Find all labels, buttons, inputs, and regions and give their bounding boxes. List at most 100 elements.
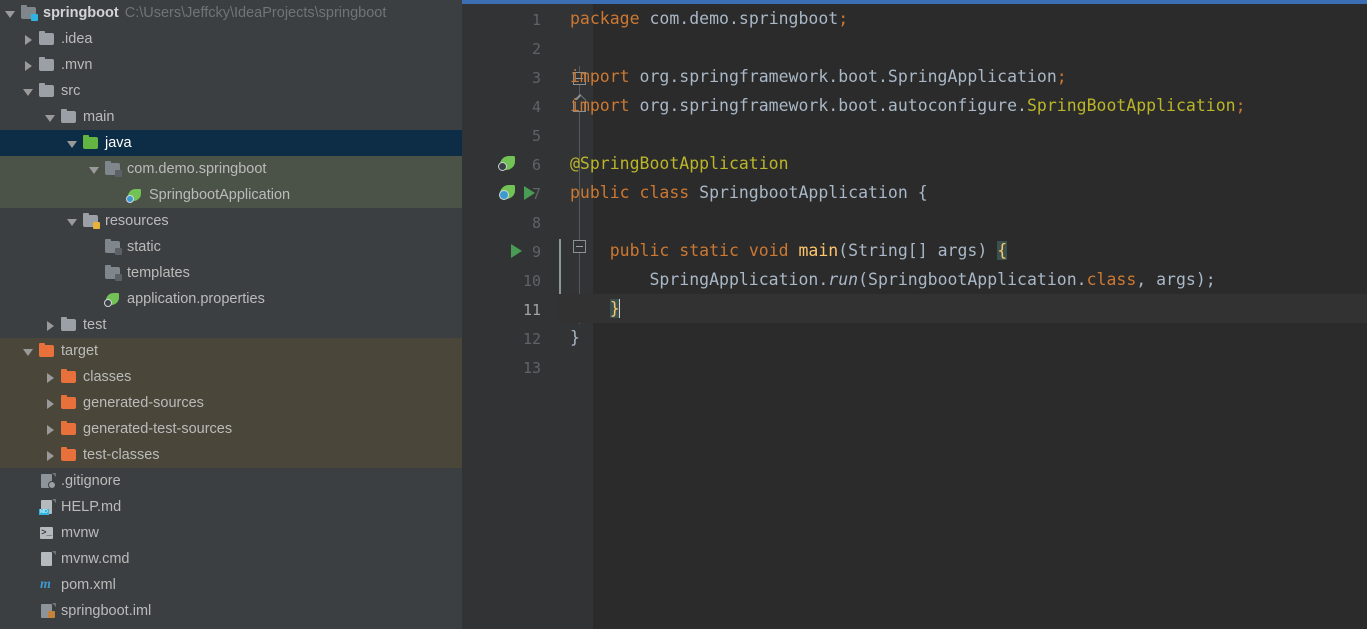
excluded-folder-icon — [60, 446, 78, 463]
tree-row-src[interactable]: src — [0, 78, 462, 104]
code-token: com.demo.springboot — [649, 9, 839, 28]
ide-window: springboot C:\Users\Jeffcky\IdeaProjects… — [0, 0, 1367, 629]
chevron-down-icon[interactable] — [66, 215, 79, 228]
code-token: SpringbootApplication — [699, 183, 908, 202]
code-line[interactable]: public class SpringbootApplication { — [557, 178, 1367, 207]
tree-row-generated-sources[interactable]: generated-sources — [0, 390, 462, 416]
tree-row-springbootapplication[interactable]: SpringbootApplication — [0, 182, 462, 208]
tree-row-target[interactable]: target — [0, 338, 462, 364]
code-line[interactable]: @SpringBootApplication — [557, 149, 1367, 178]
tree-row--mvn[interactable]: .mvn — [0, 52, 462, 78]
gitignore-file-icon — [38, 473, 56, 489]
chevron-down-icon[interactable] — [88, 163, 101, 176]
tree-row--gitignore[interactable]: .gitignore — [0, 468, 462, 494]
chevron-right-icon[interactable] — [44, 423, 57, 436]
code-line[interactable]: } — [557, 323, 1367, 352]
tree-row-mvnw[interactable]: >_ mvnw — [0, 520, 462, 546]
tree-row-resources[interactable]: resources — [0, 208, 462, 234]
tree-row-mvnw-cmd[interactable]: mvnw.cmd — [0, 546, 462, 572]
tree-row-help-md[interactable]: MD HELP.md — [0, 494, 462, 520]
tree-item-label: mvnw.cmd — [61, 551, 130, 567]
text-file-icon — [38, 551, 56, 567]
chevron-right-icon[interactable] — [44, 449, 57, 462]
tree-row-java[interactable]: java — [0, 130, 462, 156]
tree-row-application-properties[interactable]: application.properties — [0, 286, 462, 312]
spring-bean-icon[interactable] — [499, 185, 518, 203]
chevron-right-icon[interactable] — [44, 371, 57, 384]
code-text-area[interactable]: package com.demo.springboot; import org.s… — [557, 4, 1367, 629]
chevron-right-icon[interactable] — [44, 397, 57, 410]
text-caret — [618, 299, 621, 318]
code-line[interactable] — [557, 352, 1367, 381]
tree-item-label: test-classes — [83, 447, 160, 463]
tree-item-label: classes — [83, 369, 132, 385]
code-token: @SpringBootApplication — [570, 154, 789, 173]
code-token: ; — [838, 9, 849, 28]
chevron-right-icon[interactable] — [44, 319, 57, 332]
tree-row-test-classes[interactable]: test-classes — [0, 442, 462, 468]
chevron-down-icon[interactable] — [66, 137, 79, 150]
tree-row-springboot-iml[interactable]: springboot.iml — [0, 598, 462, 624]
code-line[interactable]: import org.springframework.boot.autoconf… — [557, 91, 1367, 120]
tree-item-label: .idea — [61, 31, 93, 47]
tree-item-label: src — [61, 83, 81, 99]
tree-row-com-demo-springboot[interactable]: com.demo.springboot — [0, 156, 462, 182]
module-file-icon — [38, 603, 56, 619]
code-line[interactable] — [557, 120, 1367, 149]
tree-item-label: .gitignore — [61, 473, 121, 489]
line-number: 2 — [531, 40, 541, 58]
run-application-icon[interactable] — [524, 186, 542, 204]
code-token: , args); — [1136, 270, 1216, 289]
tree-item-label: resources — [105, 213, 169, 229]
excluded-folder-icon — [60, 368, 78, 385]
code-token: public class — [570, 183, 700, 202]
tree-item-label: java — [105, 135, 132, 151]
code-line[interactable] — [557, 33, 1367, 62]
project-tree-items: .idea .mvn src main java com.demo.springboot S… — [0, 26, 462, 624]
chevron-down-icon[interactable] — [44, 111, 57, 124]
chevron-down-icon[interactable] — [22, 345, 35, 358]
tree-row-project-root[interactable]: springboot C:\Users\Jeffcky\IdeaProjects… — [0, 0, 462, 26]
editor-gutter[interactable]: 1 2 3 4 5 6 7 8 9 10 11 12 13 — [462, 4, 557, 629]
project-tool-window[interactable]: springboot C:\Users\Jeffcky\IdeaProjects… — [0, 0, 462, 629]
package-icon — [104, 264, 122, 281]
tree-row-test[interactable]: test — [0, 312, 462, 338]
code-line[interactable]: } — [557, 294, 1367, 323]
tree-row-static[interactable]: static — [0, 234, 462, 260]
code-line[interactable] — [557, 207, 1367, 236]
tree-row--idea[interactable]: .idea — [0, 26, 462, 52]
code-token: ; — [1056, 67, 1067, 86]
tree-row-templates[interactable]: templates — [0, 260, 462, 286]
line-number: 9 — [531, 243, 541, 261]
code-line[interactable]: public static void main(String[] args) { — [557, 236, 1367, 265]
excluded-folder-icon — [38, 342, 56, 359]
code-token: { — [997, 241, 1008, 260]
code-editor[interactable]: 1 2 3 4 5 6 7 8 9 10 11 12 13 package com.demo.sp — [462, 0, 1367, 629]
code-line[interactable]: package com.demo.springboot; — [557, 4, 1367, 33]
spring-config-icon[interactable] — [498, 156, 518, 174]
code-line[interactable]: SpringApplication.run(SpringbootApplicat… — [557, 265, 1367, 294]
tree-item-label: target — [61, 343, 99, 359]
chevron-right-icon[interactable] — [22, 33, 35, 46]
chevron-down-icon[interactable] — [22, 85, 35, 98]
code-token: import — [570, 67, 640, 86]
chevron-down-icon[interactable] — [4, 7, 17, 20]
folder-icon — [38, 30, 56, 47]
code-line[interactable]: import org.springframework.boot.SpringAp… — [557, 62, 1367, 91]
tree-row-main[interactable]: main — [0, 104, 462, 130]
tree-item-label: generated-test-sources — [83, 421, 233, 437]
chevron-right-icon[interactable] — [22, 59, 35, 72]
tree-row-classes[interactable]: classes — [0, 364, 462, 390]
tree-item-label: generated-sources — [83, 395, 204, 411]
tree-row-generated-test-sources[interactable]: generated-test-sources — [0, 416, 462, 442]
spring-class-icon — [126, 187, 144, 203]
tree-row-pom-xml[interactable]: m pom.xml — [0, 572, 462, 598]
tree-item-label: pom.xml — [61, 577, 116, 593]
run-method-icon[interactable] — [511, 244, 529, 262]
